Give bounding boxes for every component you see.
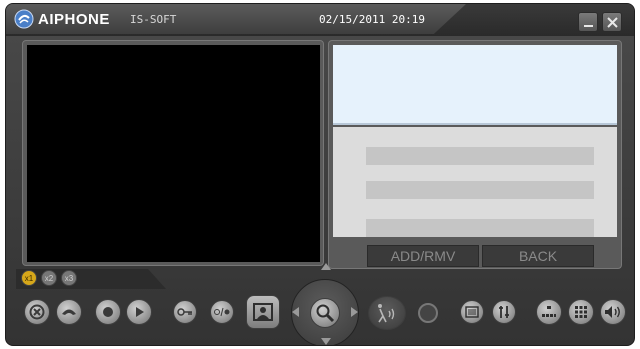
list-item[interactable] bbox=[366, 219, 594, 237]
cancel-icon bbox=[29, 304, 45, 320]
snapshot-icon bbox=[253, 303, 273, 321]
zoom-pan-button[interactable] bbox=[310, 298, 340, 328]
station-panel: ADD/RMV BACK bbox=[328, 40, 622, 269]
minimize-icon bbox=[584, 25, 593, 27]
handset-button[interactable] bbox=[56, 299, 82, 325]
volume-icon bbox=[605, 306, 620, 318]
zoom-x2-button[interactable]: x2 bbox=[41, 270, 57, 286]
dimmer-icon bbox=[214, 307, 230, 317]
add-remove-button[interactable]: ADD/RMV bbox=[367, 245, 479, 267]
product-name: IS-SOFT bbox=[130, 13, 177, 26]
snapshot-button[interactable] bbox=[246, 295, 280, 329]
handset-icon bbox=[62, 309, 76, 315]
close-icon bbox=[607, 17, 618, 28]
station-list bbox=[333, 127, 617, 237]
brand-name: AIPHONE bbox=[38, 11, 110, 28]
door-release-button[interactable] bbox=[173, 300, 197, 324]
play-icon bbox=[136, 307, 144, 317]
zoom-pan-icon bbox=[316, 304, 335, 323]
grid-button[interactable] bbox=[568, 299, 594, 325]
settings-button[interactable] bbox=[492, 300, 516, 324]
record-icon bbox=[103, 307, 113, 317]
volume-button[interactable] bbox=[600, 299, 626, 325]
tilt-up-button[interactable] bbox=[321, 263, 331, 270]
title-bar: AIPHONE IS-SOFT 02/15/2011 20:19 bbox=[6, 4, 634, 36]
pan-left-button[interactable] bbox=[292, 307, 299, 317]
list-item[interactable] bbox=[366, 147, 594, 165]
door-release-icon bbox=[177, 308, 192, 316]
talk-icon bbox=[378, 304, 395, 323]
pan-right-button[interactable] bbox=[351, 307, 358, 317]
close-button[interactable] bbox=[602, 12, 622, 32]
record-button[interactable] bbox=[95, 299, 121, 325]
dimmer-button[interactable] bbox=[210, 300, 234, 324]
settings-icon bbox=[499, 306, 509, 318]
minimize-button[interactable] bbox=[578, 12, 598, 32]
list-item[interactable] bbox=[366, 181, 594, 199]
network-icon bbox=[542, 306, 556, 317]
talk-button[interactable] bbox=[368, 296, 406, 330]
zoom-x3-button[interactable]: x3 bbox=[61, 270, 77, 286]
cancel-button[interactable] bbox=[24, 299, 50, 325]
list-button[interactable] bbox=[460, 300, 484, 324]
station-info-box bbox=[333, 45, 617, 125]
back-button[interactable]: BACK bbox=[482, 245, 594, 267]
network-button[interactable] bbox=[536, 299, 562, 325]
zoom-strip bbox=[16, 269, 166, 289]
video-panel bbox=[22, 40, 324, 266]
play-button[interactable] bbox=[126, 299, 152, 325]
datetime-display: 02/15/2011 20:19 bbox=[319, 13, 425, 26]
app-window: AIPHONE IS-SOFT 02/15/2011 20:19 ADD/RMV… bbox=[5, 3, 635, 346]
status-indicator bbox=[418, 303, 438, 323]
zoom-x1-button[interactable]: x1 bbox=[21, 270, 37, 286]
tilt-down-button[interactable] bbox=[321, 338, 331, 345]
aiphone-logo-icon bbox=[14, 9, 34, 29]
grid-icon bbox=[575, 306, 587, 318]
list-icon bbox=[465, 306, 479, 318]
video-display[interactable] bbox=[27, 45, 320, 262]
